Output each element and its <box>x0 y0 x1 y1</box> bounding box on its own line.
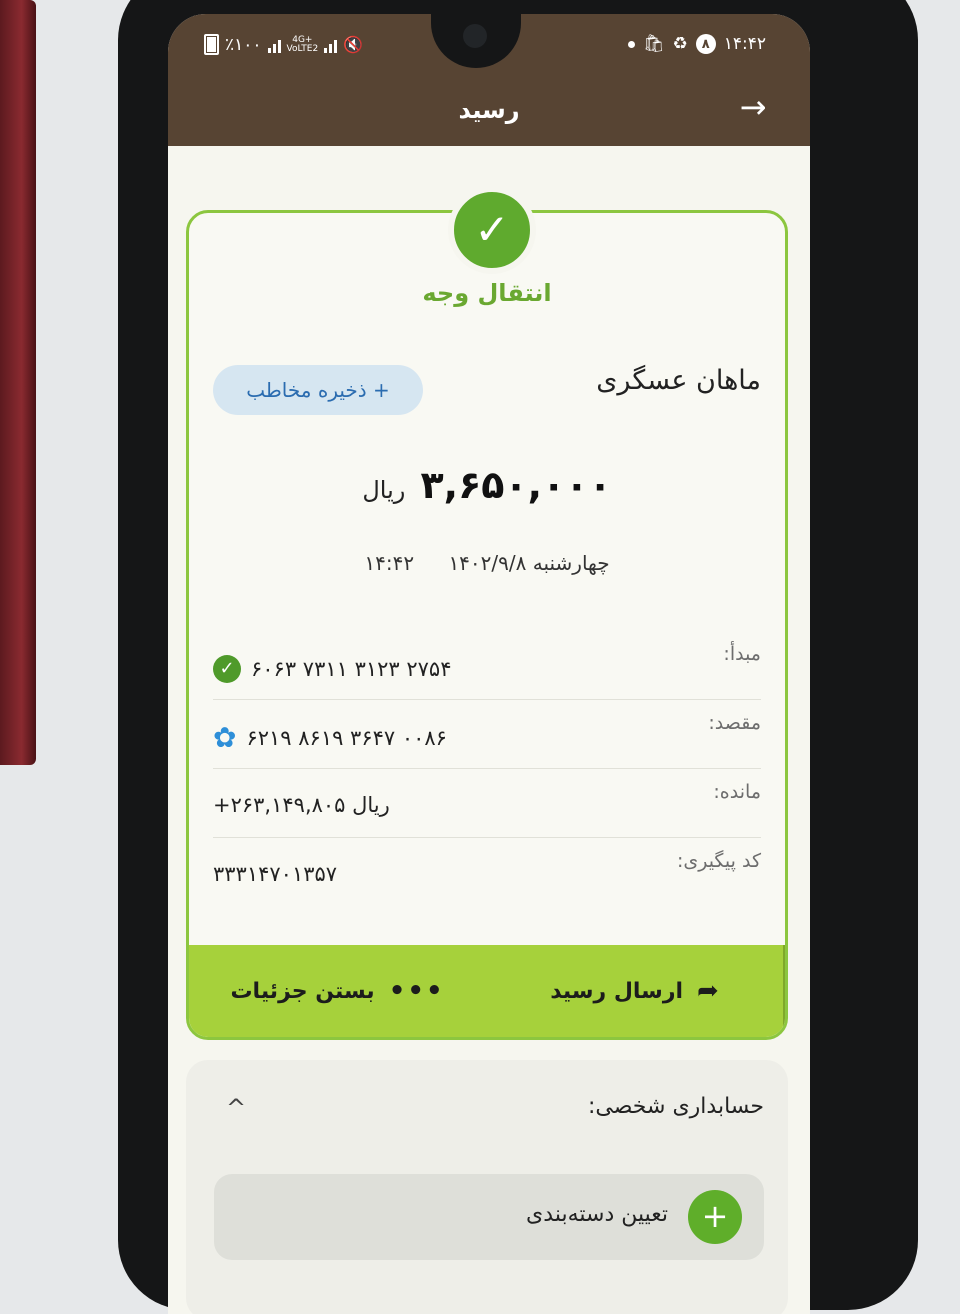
detail-value: ✓ ۶۰۶۳ ۷۳۱۱ ۳۱۲۳ ۲۷۵۴ <box>213 655 452 683</box>
camera-icon <box>463 24 487 48</box>
details-list: مبدأ: ✓ ۶۰۶۳ ۷۳۱۱ ۳۱۲۳ ۲۷۵۴ مقصد: ✿ ۶۲۱۹… <box>213 631 761 906</box>
detail-label: مانده: <box>713 781 761 803</box>
detail-row-destination: مقصد: ✿ ۶۲۱۹ ۸۶۱۹ ۳۶۴۷ ۰۰۸۶ <box>213 700 761 769</box>
back-arrow-icon[interactable]: → <box>736 90 770 124</box>
detail-label: مبدأ: <box>723 643 761 665</box>
chevron-up-icon[interactable]: ^ <box>226 1094 246 1122</box>
recipient-name: ماهان عسگری <box>596 365 761 396</box>
signal-icon-2 <box>324 37 338 53</box>
plus-icon: + <box>688 1190 742 1244</box>
receipt-actions: ••• بستن جزئیات ➦ ارسال رسید <box>189 945 785 1037</box>
more-dots-icon: ••• <box>388 976 445 1006</box>
detail-value: ۳۳۳۱۴۷۰۱۳۵۷ <box>213 862 338 886</box>
sync-icon: ♻ <box>672 34 688 54</box>
detail-row-source: مبدأ: ✓ ۶۰۶۳ ۷۳۱۱ ۳۱۲۳ ۲۷۵۴ <box>213 631 761 700</box>
detail-value: ✿ ۶۲۱۹ ۸۶۱۹ ۳۶۴۷ ۰۰۸۶ <box>213 721 447 754</box>
detail-row-tracking: کد پیگیری: ۳۳۳۱۴۷۰۱۳۵۷ <box>213 838 761 906</box>
page-title: رسید <box>458 96 520 124</box>
network-type: 4G+ VoLTE2 <box>286 34 319 54</box>
save-contact-button[interactable]: + ذخیره مخاطب <box>213 365 423 415</box>
send-receipt-button[interactable]: ➦ ارسال رسید <box>486 945 785 1037</box>
receipt-card: انتقال وجه ماهان عسگری + ذخیره مخاطب ۳,۶… <box>186 210 788 1040</box>
notification-count: ۸ <box>695 34 716 54</box>
success-check-icon: ✓ <box>448 186 536 274</box>
assign-category-label: تعیین دسته‌بندی <box>526 1202 668 1227</box>
close-details-button[interactable]: ••• بستن جزئیات <box>189 945 486 1037</box>
shopping-bag-icon: 🛍 <box>642 34 665 54</box>
book-background <box>0 0 36 765</box>
amount-currency: ریال <box>362 476 406 504</box>
flower-bank-icon: ✿ <box>213 721 237 754</box>
detail-label: مقصد: <box>708 712 761 734</box>
transaction-datetime: چهارشنبه ۱۴۰۲/۹/۸ ۱۴:۴۲ <box>189 551 785 575</box>
signal-icon <box>267 37 281 53</box>
assign-category-button[interactable]: + تعیین دسته‌بندی <box>214 1174 764 1260</box>
camera-notch <box>431 14 521 68</box>
status-bar-right: 🛍 ♻ ۸ ۱۴:۴۲ <box>627 34 766 54</box>
amount-value: ۳,۶۵۰,۰۰۰ <box>420 463 612 507</box>
transaction-time: ۱۴:۴۲ <box>364 551 415 575</box>
detail-label: کد پیگیری: <box>676 850 761 872</box>
transaction-date: چهارشنبه ۱۴۰۲/۹/۸ <box>448 551 610 575</box>
notification-dot-icon <box>627 40 635 48</box>
share-arrow-icon: ➦ <box>697 976 719 1006</box>
amount-row: ۳,۶۵۰,۰۰۰ ریال <box>189 463 785 507</box>
transaction-type: انتقال وجه <box>422 279 552 307</box>
detail-row-balance: مانده: +۲۶۳,۱۴۹,۸۰۵ ریال <box>213 769 761 838</box>
check-bank-icon: ✓ <box>213 655 241 683</box>
detail-value: +۲۶۳,۱۴۹,۸۰۵ ریال <box>213 793 390 817</box>
mute-icon: 🔇 <box>343 35 364 54</box>
battery-icon <box>204 34 219 55</box>
personal-accounting-panel: حسابداری شخصی: ^ + تعیین دسته‌بندی <box>186 1060 788 1314</box>
accounting-title: حسابداری شخصی: <box>587 1094 764 1119</box>
status-time: ۱۴:۴۲ <box>723 34 766 54</box>
app-bar: ٪۱۰۰ 4G+ VoLTE2 🔇 🛍 ♻ ۸ ۱۴:۴۲ رسید → <box>168 14 810 146</box>
phone-screen: ٪۱۰۰ 4G+ VoLTE2 🔇 🛍 ♻ ۸ ۱۴:۴۲ رسید → انتق… <box>168 14 810 1314</box>
battery-level: ٪۱۰۰ <box>225 34 262 55</box>
status-bar-left: ٪۱۰۰ 4G+ VoLTE2 🔇 <box>204 34 363 55</box>
